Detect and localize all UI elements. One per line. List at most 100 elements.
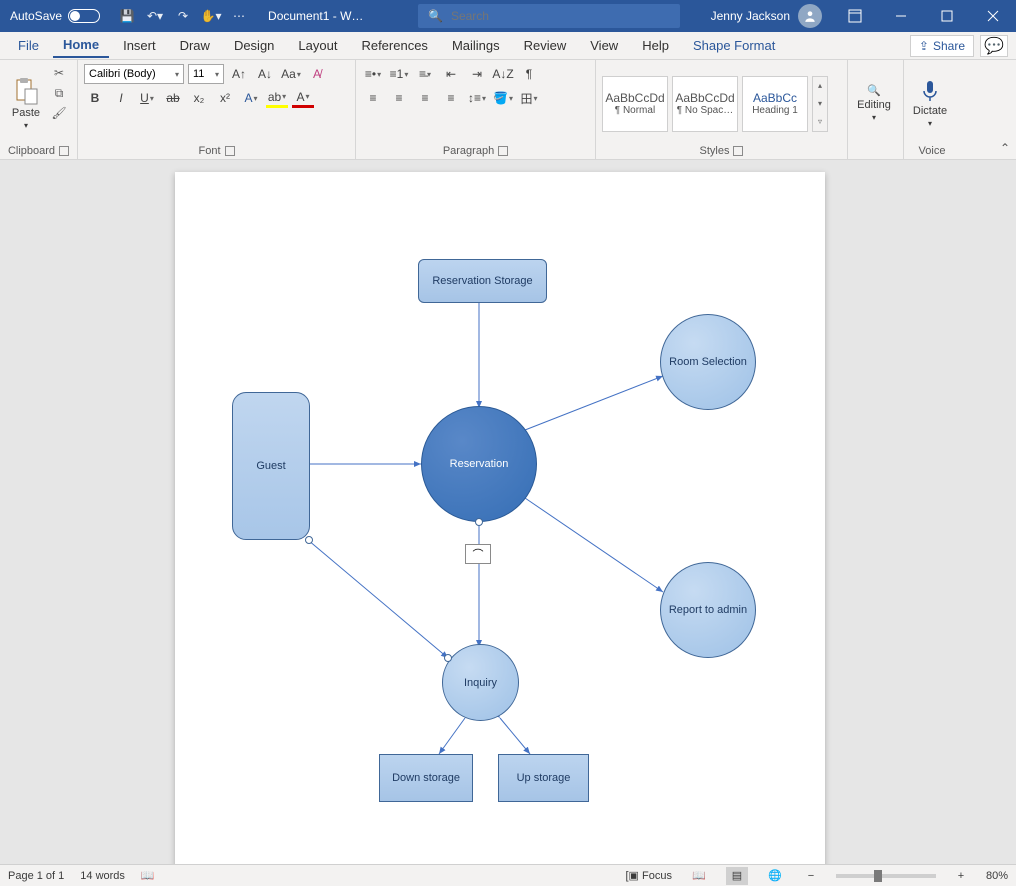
- user-account[interactable]: Jenny Jackson: [711, 4, 822, 28]
- justify-icon[interactable]: ≡: [440, 88, 462, 108]
- shape-down-storage[interactable]: Down storage: [379, 754, 473, 802]
- strikethrough-icon[interactable]: ab: [162, 88, 184, 108]
- minimize-button[interactable]: [878, 0, 924, 32]
- proofing-icon[interactable]: 📖: [141, 869, 155, 882]
- dictate-label: Dictate: [913, 105, 947, 117]
- shape-up-storage[interactable]: Up storage: [498, 754, 589, 802]
- qat-overflow-icon[interactable]: ⋯: [228, 5, 250, 27]
- align-left-icon[interactable]: ≡: [362, 88, 384, 108]
- tab-mailings[interactable]: Mailings: [442, 34, 510, 57]
- touch-mode-icon[interactable]: ✋▾: [200, 5, 222, 27]
- tab-insert[interactable]: Insert: [113, 34, 166, 57]
- styles-scroll-up-icon[interactable]: ▴: [813, 77, 827, 95]
- subscript-icon[interactable]: x₂: [188, 88, 210, 108]
- redo-icon[interactable]: ↷: [172, 5, 194, 27]
- zoom-in-button[interactable]: +: [952, 870, 970, 882]
- save-icon[interactable]: 💾: [116, 5, 138, 27]
- show-marks-icon[interactable]: ¶: [518, 64, 540, 84]
- shape-inquiry[interactable]: Inquiry: [442, 644, 519, 721]
- italic-icon[interactable]: I: [110, 88, 132, 108]
- shape-report-to-admin[interactable]: Report to admin: [660, 562, 756, 658]
- tab-design[interactable]: Design: [224, 34, 284, 57]
- tab-review[interactable]: Review: [514, 34, 577, 57]
- layout-options-icon[interactable]: ⌒: [465, 544, 491, 564]
- line-spacing-icon[interactable]: ↕≡: [466, 88, 488, 108]
- underline-icon[interactable]: U: [136, 88, 158, 108]
- font-size-dropdown[interactable]: 11▾: [188, 64, 224, 84]
- font-group-label: Font: [198, 145, 220, 157]
- numbering-icon[interactable]: ≡1: [388, 64, 410, 84]
- shrink-font-icon[interactable]: A↓: [254, 64, 276, 84]
- clear-formatting-icon[interactable]: A̸: [306, 64, 328, 84]
- share-button[interactable]: ⇪ Share: [910, 35, 974, 57]
- connector-handle-guest[interactable]: [305, 536, 313, 544]
- search-box[interactable]: 🔍: [418, 4, 680, 28]
- tab-view[interactable]: View: [580, 34, 628, 57]
- increase-indent-icon[interactable]: ⇥: [466, 64, 488, 84]
- connector-handle-top[interactable]: [475, 518, 483, 526]
- copy-icon[interactable]: ⧉: [50, 84, 68, 102]
- shape-room-selection[interactable]: Room Selection: [660, 314, 756, 410]
- highlight-icon[interactable]: ab: [266, 88, 288, 108]
- style-no-spacing[interactable]: AaBbCcDd ¶ No Spac…: [672, 76, 738, 132]
- shading-icon[interactable]: 🪣: [492, 88, 514, 108]
- focus-mode-label[interactable]: [▣ Focus: [625, 869, 671, 882]
- document-area[interactable]: Reservation Storage Guest Reservation Ro…: [0, 160, 1016, 864]
- font-name-dropdown[interactable]: Calibri (Body)▾: [84, 64, 184, 84]
- decrease-indent-icon[interactable]: ⇤: [440, 64, 462, 84]
- multilevel-list-icon[interactable]: ≡̵: [414, 64, 436, 84]
- format-painter-icon[interactable]: 🖌: [50, 104, 68, 122]
- status-page[interactable]: Page 1 of 1: [8, 870, 64, 882]
- change-case-icon[interactable]: Aa: [280, 64, 302, 84]
- read-mode-icon[interactable]: 📖: [688, 867, 710, 885]
- tab-draw[interactable]: Draw: [170, 34, 220, 57]
- align-center-icon[interactable]: ≡: [388, 88, 410, 108]
- comments-button[interactable]: 💬: [980, 35, 1008, 57]
- zoom-slider[interactable]: [836, 874, 936, 878]
- shape-reservation-storage[interactable]: Reservation Storage: [418, 259, 547, 303]
- page-canvas[interactable]: Reservation Storage Guest Reservation Ro…: [175, 172, 825, 864]
- font-color-icon[interactable]: A: [292, 88, 314, 108]
- ribbon-display-icon[interactable]: [832, 0, 878, 32]
- bold-icon[interactable]: B: [84, 88, 106, 108]
- tab-shape-format[interactable]: Shape Format: [683, 34, 785, 57]
- paste-button[interactable]: Paste ▾: [6, 64, 46, 142]
- paragraph-dialog-launcher[interactable]: [498, 146, 508, 156]
- tab-file[interactable]: File: [8, 34, 49, 57]
- undo-icon[interactable]: ↶▾: [144, 5, 166, 27]
- borders-icon[interactable]: 田: [518, 88, 540, 108]
- connector-handle-bottom[interactable]: [444, 654, 452, 662]
- collapse-ribbon-icon[interactable]: ⌃: [1000, 141, 1010, 155]
- zoom-level[interactable]: 80%: [986, 870, 1008, 882]
- close-button[interactable]: [970, 0, 1016, 32]
- style-heading-1[interactable]: AaBbCc Heading 1: [742, 76, 808, 132]
- autosave-toggle-group[interactable]: AutoSave: [0, 9, 110, 23]
- styles-dialog-launcher[interactable]: [733, 146, 743, 156]
- sort-icon[interactable]: A↓Z: [492, 64, 514, 84]
- status-word-count[interactable]: 14 words: [80, 870, 125, 882]
- tab-home[interactable]: Home: [53, 33, 109, 58]
- styles-expand-icon[interactable]: ▿: [813, 113, 827, 131]
- superscript-icon[interactable]: x²: [214, 88, 236, 108]
- tab-layout[interactable]: Layout: [288, 34, 347, 57]
- grow-font-icon[interactable]: A↑: [228, 64, 250, 84]
- cut-icon[interactable]: ✂: [50, 64, 68, 82]
- editing-dropdown[interactable]: 🔍 Editing ▾: [854, 64, 894, 142]
- web-layout-icon[interactable]: 🌐: [764, 867, 786, 885]
- shape-reservation[interactable]: Reservation: [421, 406, 537, 522]
- tab-help[interactable]: Help: [632, 34, 679, 57]
- search-input[interactable]: [451, 9, 670, 23]
- tab-references[interactable]: References: [351, 34, 437, 57]
- shape-guest[interactable]: Guest: [232, 392, 310, 540]
- text-effects-icon[interactable]: A: [240, 88, 262, 108]
- style-normal[interactable]: AaBbCcDd ¶ Normal: [602, 76, 668, 132]
- clipboard-dialog-launcher[interactable]: [59, 146, 69, 156]
- dictate-button[interactable]: Dictate ▾: [910, 64, 950, 142]
- font-dialog-launcher[interactable]: [225, 146, 235, 156]
- print-layout-icon[interactable]: ▤: [726, 867, 748, 885]
- zoom-out-button[interactable]: −: [802, 870, 820, 882]
- maximize-button[interactable]: [924, 0, 970, 32]
- styles-scroll-down-icon[interactable]: ▾: [813, 95, 827, 113]
- bullets-icon[interactable]: ≡•: [362, 64, 384, 84]
- align-right-icon[interactable]: ≡: [414, 88, 436, 108]
